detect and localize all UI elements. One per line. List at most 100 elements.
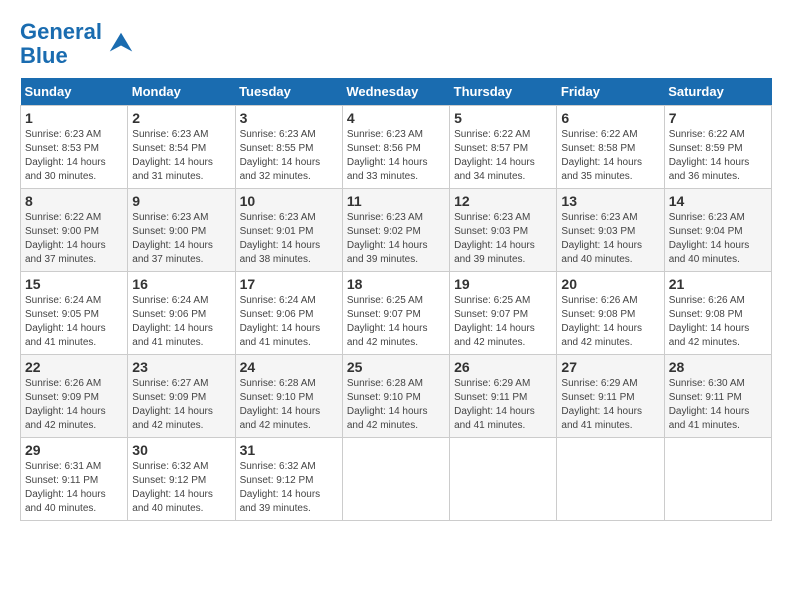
calendar-day-cell: 24 Sunrise: 6:28 AM Sunset: 9:10 PM Dayl… [235, 355, 342, 438]
day-number: 20 [561, 276, 659, 292]
day-number: 21 [669, 276, 767, 292]
day-number: 7 [669, 110, 767, 126]
calendar-day-cell: 2 Sunrise: 6:23 AM Sunset: 8:54 PM Dayli… [128, 106, 235, 189]
day-number: 24 [240, 359, 338, 375]
calendar-week-row: 29 Sunrise: 6:31 AM Sunset: 9:11 PM Dayl… [21, 438, 772, 521]
day-number: 17 [240, 276, 338, 292]
day-info: Sunrise: 6:26 AM Sunset: 9:09 PM Dayligh… [25, 377, 123, 433]
day-info: Sunrise: 6:23 AM Sunset: 9:03 PM Dayligh… [561, 211, 659, 267]
calendar-day-cell: 22 Sunrise: 6:26 AM Sunset: 9:09 PM Dayl… [21, 355, 128, 438]
calendar-day-cell: 26 Sunrise: 6:29 AM Sunset: 9:11 PM Dayl… [450, 355, 557, 438]
day-info: Sunrise: 6:32 AM Sunset: 9:12 PM Dayligh… [240, 460, 338, 516]
calendar-body: 1 Sunrise: 6:23 AM Sunset: 8:53 PM Dayli… [21, 106, 772, 521]
calendar-day-cell: 14 Sunrise: 6:23 AM Sunset: 9:04 PM Dayl… [664, 189, 771, 272]
calendar-day-header: Wednesday [342, 78, 449, 106]
calendar-empty-cell [664, 438, 771, 521]
day-number: 10 [240, 193, 338, 209]
day-number: 19 [454, 276, 552, 292]
day-info: Sunrise: 6:25 AM Sunset: 9:07 PM Dayligh… [347, 294, 445, 350]
day-info: Sunrise: 6:23 AM Sunset: 8:53 PM Dayligh… [25, 128, 123, 184]
day-number: 26 [454, 359, 552, 375]
calendar-day-cell: 11 Sunrise: 6:23 AM Sunset: 9:02 PM Dayl… [342, 189, 449, 272]
calendar-day-cell: 9 Sunrise: 6:23 AM Sunset: 9:00 PM Dayli… [128, 189, 235, 272]
day-number: 1 [25, 110, 123, 126]
calendar-header-row: SundayMondayTuesdayWednesdayThursdayFrid… [21, 78, 772, 106]
calendar-day-header: Friday [557, 78, 664, 106]
day-info: Sunrise: 6:24 AM Sunset: 9:06 PM Dayligh… [240, 294, 338, 350]
day-info: Sunrise: 6:28 AM Sunset: 9:10 PM Dayligh… [347, 377, 445, 433]
day-number: 30 [132, 442, 230, 458]
day-info: Sunrise: 6:27 AM Sunset: 9:09 PM Dayligh… [132, 377, 230, 433]
calendar-day-cell: 7 Sunrise: 6:22 AM Sunset: 8:59 PM Dayli… [664, 106, 771, 189]
calendar-day-cell: 25 Sunrise: 6:28 AM Sunset: 9:10 PM Dayl… [342, 355, 449, 438]
calendar-day-header: Monday [128, 78, 235, 106]
day-info: Sunrise: 6:29 AM Sunset: 9:11 PM Dayligh… [561, 377, 659, 433]
calendar-empty-cell [342, 438, 449, 521]
day-info: Sunrise: 6:25 AM Sunset: 9:07 PM Dayligh… [454, 294, 552, 350]
calendar-day-cell: 18 Sunrise: 6:25 AM Sunset: 9:07 PM Dayl… [342, 272, 449, 355]
logo-text: GeneralBlue [20, 20, 102, 68]
day-info: Sunrise: 6:28 AM Sunset: 9:10 PM Dayligh… [240, 377, 338, 433]
calendar-week-row: 22 Sunrise: 6:26 AM Sunset: 9:09 PM Dayl… [21, 355, 772, 438]
calendar-day-header: Tuesday [235, 78, 342, 106]
calendar-day-cell: 4 Sunrise: 6:23 AM Sunset: 8:56 PM Dayli… [342, 106, 449, 189]
logo: GeneralBlue [20, 20, 136, 68]
day-info: Sunrise: 6:26 AM Sunset: 9:08 PM Dayligh… [669, 294, 767, 350]
day-number: 18 [347, 276, 445, 292]
day-number: 11 [347, 193, 445, 209]
calendar-empty-cell [450, 438, 557, 521]
day-info: Sunrise: 6:31 AM Sunset: 9:11 PM Dayligh… [25, 460, 123, 516]
calendar-day-cell: 5 Sunrise: 6:22 AM Sunset: 8:57 PM Dayli… [450, 106, 557, 189]
day-info: Sunrise: 6:23 AM Sunset: 8:54 PM Dayligh… [132, 128, 230, 184]
day-info: Sunrise: 6:32 AM Sunset: 9:12 PM Dayligh… [132, 460, 230, 516]
day-info: Sunrise: 6:24 AM Sunset: 9:06 PM Dayligh… [132, 294, 230, 350]
day-number: 12 [454, 193, 552, 209]
day-number: 8 [25, 193, 123, 209]
day-number: 23 [132, 359, 230, 375]
day-number: 22 [25, 359, 123, 375]
calendar-day-cell: 28 Sunrise: 6:30 AM Sunset: 9:11 PM Dayl… [664, 355, 771, 438]
day-info: Sunrise: 6:23 AM Sunset: 9:03 PM Dayligh… [454, 211, 552, 267]
day-info: Sunrise: 6:22 AM Sunset: 8:57 PM Dayligh… [454, 128, 552, 184]
calendar-week-row: 15 Sunrise: 6:24 AM Sunset: 9:05 PM Dayl… [21, 272, 772, 355]
day-info: Sunrise: 6:30 AM Sunset: 9:11 PM Dayligh… [669, 377, 767, 433]
calendar-day-cell: 20 Sunrise: 6:26 AM Sunset: 9:08 PM Dayl… [557, 272, 664, 355]
calendar-day-cell: 17 Sunrise: 6:24 AM Sunset: 9:06 PM Dayl… [235, 272, 342, 355]
calendar-day-header: Saturday [664, 78, 771, 106]
day-info: Sunrise: 6:23 AM Sunset: 8:55 PM Dayligh… [240, 128, 338, 184]
calendar-day-cell: 13 Sunrise: 6:23 AM Sunset: 9:03 PM Dayl… [557, 189, 664, 272]
day-number: 9 [132, 193, 230, 209]
day-number: 14 [669, 193, 767, 209]
logo-icon [106, 29, 136, 59]
day-number: 2 [132, 110, 230, 126]
calendar-day-cell: 3 Sunrise: 6:23 AM Sunset: 8:55 PM Dayli… [235, 106, 342, 189]
day-number: 28 [669, 359, 767, 375]
calendar-day-cell: 21 Sunrise: 6:26 AM Sunset: 9:08 PM Dayl… [664, 272, 771, 355]
day-info: Sunrise: 6:23 AM Sunset: 9:02 PM Dayligh… [347, 211, 445, 267]
day-info: Sunrise: 6:22 AM Sunset: 8:58 PM Dayligh… [561, 128, 659, 184]
day-info: Sunrise: 6:22 AM Sunset: 8:59 PM Dayligh… [669, 128, 767, 184]
calendar-day-cell: 23 Sunrise: 6:27 AM Sunset: 9:09 PM Dayl… [128, 355, 235, 438]
day-number: 16 [132, 276, 230, 292]
day-number: 31 [240, 442, 338, 458]
day-number: 27 [561, 359, 659, 375]
day-info: Sunrise: 6:23 AM Sunset: 9:00 PM Dayligh… [132, 211, 230, 267]
calendar-day-cell: 16 Sunrise: 6:24 AM Sunset: 9:06 PM Dayl… [128, 272, 235, 355]
day-number: 25 [347, 359, 445, 375]
calendar-day-cell: 12 Sunrise: 6:23 AM Sunset: 9:03 PM Dayl… [450, 189, 557, 272]
calendar-day-cell: 27 Sunrise: 6:29 AM Sunset: 9:11 PM Dayl… [557, 355, 664, 438]
day-number: 13 [561, 193, 659, 209]
day-info: Sunrise: 6:29 AM Sunset: 9:11 PM Dayligh… [454, 377, 552, 433]
day-info: Sunrise: 6:26 AM Sunset: 9:08 PM Dayligh… [561, 294, 659, 350]
day-number: 4 [347, 110, 445, 126]
calendar-day-cell: 8 Sunrise: 6:22 AM Sunset: 9:00 PM Dayli… [21, 189, 128, 272]
calendar-week-row: 8 Sunrise: 6:22 AM Sunset: 9:00 PM Dayli… [21, 189, 772, 272]
calendar-day-cell: 31 Sunrise: 6:32 AM Sunset: 9:12 PM Dayl… [235, 438, 342, 521]
calendar-week-row: 1 Sunrise: 6:23 AM Sunset: 8:53 PM Dayli… [21, 106, 772, 189]
calendar-table: SundayMondayTuesdayWednesdayThursdayFrid… [20, 78, 772, 521]
calendar-day-cell: 19 Sunrise: 6:25 AM Sunset: 9:07 PM Dayl… [450, 272, 557, 355]
calendar-day-header: Sunday [21, 78, 128, 106]
calendar-empty-cell [557, 438, 664, 521]
day-info: Sunrise: 6:22 AM Sunset: 9:00 PM Dayligh… [25, 211, 123, 267]
calendar-day-cell: 6 Sunrise: 6:22 AM Sunset: 8:58 PM Dayli… [557, 106, 664, 189]
